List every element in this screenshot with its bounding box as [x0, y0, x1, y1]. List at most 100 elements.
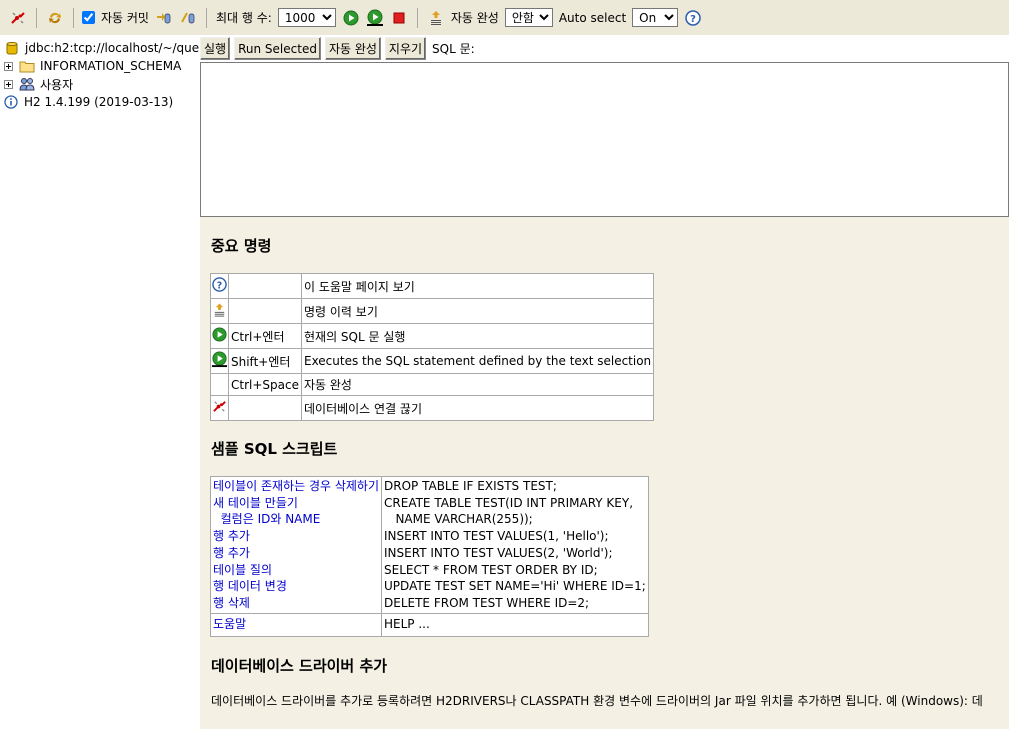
command-key	[228, 395, 302, 421]
command-desc: Executes the SQL statement defined by th…	[300, 348, 655, 374]
max-rows-label: 최대 행 수:	[215, 11, 272, 25]
run-icon[interactable]	[342, 9, 360, 27]
help-link[interactable]: 도움말	[213, 617, 246, 631]
autocomplete-select[interactable]: 안함	[504, 8, 553, 27]
stop-icon[interactable]	[390, 9, 408, 27]
rollback-icon[interactable]	[179, 9, 197, 27]
sample-sql: DROP TABLE IF EXISTS TEST;	[384, 479, 557, 493]
expand-icon[interactable]	[4, 61, 13, 71]
sample-scripts-title: 샘플 SQL 스크립트	[211, 440, 338, 458]
run-selected-icon[interactable]	[211, 351, 228, 371]
sample-labels-cell: 테이블이 존재하는 경우 삭제하기 새 테이블 만들기 컬럼은 ID와 NAME…	[209, 476, 383, 614]
tree-version: H2 1.4.199 (2019-03-13)	[4, 93, 173, 111]
command-desc: 이 도움말 페이지 보기	[300, 273, 655, 299]
sample-link[interactable]: 새 테이블 만들기	[213, 495, 379, 512]
table-row: Ctrl+엔터 현재의 SQL 문 실행	[210, 323, 655, 349]
table-row: 도움말 HELP ...	[209, 612, 649, 638]
auto-commit-toggle[interactable]: 자동 커밋	[80, 9, 152, 26]
sample-link[interactable]: 테이블이 존재하는 경우 삭제하기	[213, 478, 379, 495]
tree-item-users[interactable]: 사용자	[4, 75, 73, 93]
autocomplete-label: 자동 완성	[450, 11, 499, 25]
table-row: 테이블이 존재하는 경우 삭제하기 새 테이블 만들기 컬럼은 ID와 NAME…	[209, 476, 649, 614]
connection-url: jdbc:h2:tcp://localhost/~/querydsl	[25, 41, 200, 55]
command-key: Ctrl+엔터	[228, 323, 302, 349]
run-selected-icon[interactable]	[366, 9, 384, 27]
auto-commit-checkbox[interactable]	[82, 11, 95, 24]
commands-table: ? 이 도움말 페이지 보기 명령 이력 보기 Ctrl+엔터 현재의 SQL …	[210, 273, 655, 421]
command-icon-cell: ?	[210, 273, 229, 299]
disconnect-icon[interactable]	[212, 401, 227, 417]
folder-icon	[19, 58, 35, 74]
auto-commit-label: 자동 커밋	[101, 11, 149, 25]
tree-item-label: INFORMATION_SCHEMA	[40, 59, 182, 73]
help-icon[interactable]: ?	[684, 9, 702, 27]
sample-link[interactable]: 행 추가	[213, 528, 379, 545]
sample-sql: UPDATE TEST SET NAME='Hi' WHERE ID=1;	[384, 579, 646, 594]
sample-sql-cell: DROP TABLE IF EXISTS TEST; CREATE TABLE …	[381, 476, 649, 614]
info-icon	[3, 94, 19, 110]
run-selected-button[interactable]: Run Selected	[234, 37, 321, 60]
svg-text:?: ?	[690, 14, 696, 25]
help-sql-cell: HELP ...	[381, 612, 649, 638]
tree-item-information-schema[interactable]: INFORMATION_SCHEMA	[4, 57, 181, 75]
auto-select-select[interactable]: On	[632, 8, 679, 27]
schema-tree: jdbc:h2:tcp://localhost/~/querydsl INFOR…	[0, 35, 200, 729]
history-icon[interactable]	[427, 9, 445, 27]
toolbar: 자동 커밋 최대 행 수: 1000 자동 완성 안함 Auto select …	[0, 0, 1009, 35]
run-icon[interactable]	[212, 327, 227, 345]
sample-sql: INSERT INTO TEST VALUES(1, 'Hello');	[384, 529, 609, 544]
command-key: Shift+엔터	[228, 348, 302, 374]
auto-select-label: Auto select	[558, 10, 627, 25]
command-desc: 자동 완성	[300, 373, 655, 396]
svg-text:?: ?	[217, 280, 222, 291]
table-row: 명령 이력 보기	[210, 298, 655, 324]
toolbar-separator	[416, 7, 418, 28]
command-key: Ctrl+Space	[228, 373, 302, 396]
table-row: ? 이 도움말 페이지 보기	[210, 273, 655, 299]
sql-statement-label: SQL 문:	[432, 42, 475, 56]
commit-icon[interactable]	[155, 9, 173, 27]
max-rows-select[interactable]: 1000	[277, 8, 336, 27]
important-commands-title: 중요 명령	[211, 237, 272, 255]
disconnect-icon[interactable]	[9, 9, 27, 27]
clear-button[interactable]: 지우기	[384, 37, 427, 60]
toolbar-separator	[73, 7, 74, 28]
sample-link[interactable]: 행 추가	[213, 545, 379, 562]
history-icon[interactable]	[212, 302, 227, 321]
command-icon-cell	[210, 348, 229, 374]
result-panel: 중요 명령 ? 이 도움말 페이지 보기 명령 이력 보기 Ctrl+엔터 현재…	[200, 217, 1009, 729]
samples-table: 테이블이 존재하는 경우 삭제하기 새 테이블 만들기 컬럼은 ID와 NAME…	[209, 476, 649, 638]
toolbar-separator	[36, 7, 37, 28]
tree-connection[interactable]: jdbc:h2:tcp://localhost/~/querydsl	[4, 39, 200, 57]
autocomplete-button[interactable]: 자동 완성	[324, 37, 381, 60]
tree-item-label: 사용자	[40, 77, 74, 92]
query-toolbar: 실행 Run Selected 자동 완성 지우기 SQL 문:	[200, 35, 1009, 62]
sample-sql: INSERT INTO TEST VALUES(2, 'World');	[384, 545, 613, 560]
run-button[interactable]: 실행	[200, 37, 231, 60]
sample-sql: NAME VARCHAR(255));	[384, 512, 533, 527]
command-icon-cell	[210, 373, 229, 396]
command-key	[228, 298, 302, 324]
users-icon	[19, 76, 35, 92]
table-row: Ctrl+Space 자동 완성	[210, 373, 655, 396]
command-desc: 데이터베이스 연결 끊기	[300, 395, 655, 421]
toolbar-separator	[205, 7, 207, 28]
command-key	[228, 273, 302, 299]
expand-icon[interactable]	[4, 79, 13, 89]
sample-sql: DELETE FROM TEST WHERE ID=2;	[384, 595, 590, 610]
sample-link[interactable]: 행 데이터 변경	[213, 578, 379, 595]
table-row: Shift+엔터 Executes the SQL statement defi…	[210, 348, 655, 374]
version-text: H2 1.4.199 (2019-03-13)	[24, 95, 174, 109]
command-icon-cell	[210, 395, 229, 421]
command-desc: 명령 이력 보기	[300, 298, 655, 324]
command-icon-cell	[210, 298, 229, 324]
table-row: 데이터베이스 연결 끊기	[210, 395, 655, 421]
refresh-icon[interactable]	[46, 9, 64, 27]
command-icon-cell	[210, 323, 229, 349]
driver-title: 데이터베이스 드라이버 추가	[211, 657, 388, 675]
sql-editor[interactable]	[200, 62, 1009, 217]
sample-link[interactable]: 테이블 질의	[213, 562, 379, 579]
sample-link[interactable]: 행 삭제	[213, 595, 379, 612]
sample-link[interactable]: 컬럼은 ID와 NAME	[213, 511, 379, 528]
help-icon[interactable]: ?	[212, 277, 227, 295]
